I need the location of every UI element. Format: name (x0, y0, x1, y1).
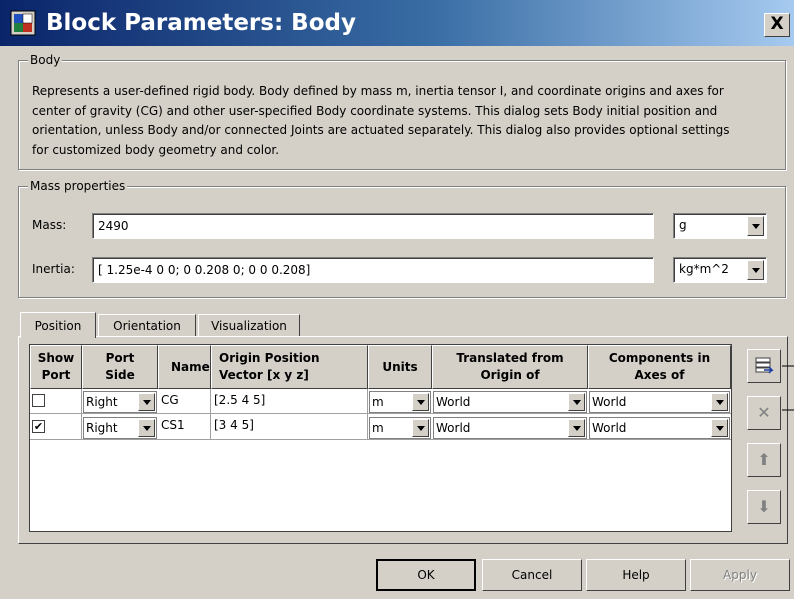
header-origin-line1: Origin Position (219, 351, 320, 365)
header-name[interactable]: Name (158, 345, 211, 389)
translated-from-select[interactable]: World (433, 417, 587, 439)
header-translated-line1: Translated from (456, 351, 564, 365)
port-side-select[interactable]: Right (83, 391, 157, 413)
header-show-port-line1: Show (37, 351, 75, 365)
chevron-down-icon[interactable] (138, 393, 155, 411)
callout-line (782, 409, 794, 411)
arrow-up-icon: ⬆ (757, 450, 771, 469)
add-row-icon (755, 357, 774, 374)
tab-position[interactable]: Position (20, 312, 96, 338)
port-side-select[interactable]: Right (83, 417, 157, 439)
header-components-line1: Components in (608, 351, 711, 365)
components-in-select[interactable]: World (589, 417, 730, 439)
header-components-line2: Axes of (634, 368, 685, 382)
header-port-side-line2: Side (105, 368, 135, 382)
chevron-down-icon[interactable] (747, 260, 764, 280)
body-legend: Body (28, 52, 63, 68)
inertia-label: Inertia: (32, 262, 75, 276)
chevron-down-icon[interactable] (568, 393, 585, 411)
inertia-field[interactable]: [ 1.25e-4 0 0; 0 0.208 0; 0 0 0.208] (92, 257, 654, 283)
move-down-button[interactable]: ⬇ (747, 490, 781, 524)
window-title: Block Parameters: Body (46, 10, 356, 36)
components-in-select[interactable]: World (589, 391, 730, 413)
header-name-line1: Name (171, 360, 210, 374)
ok-button[interactable]: OK (376, 559, 476, 591)
name-cell[interactable]: CG (158, 389, 211, 414)
mass-field[interactable]: 2490 (92, 213, 654, 239)
chevron-down-icon[interactable] (711, 419, 728, 437)
translated-from-select[interactable]: World (433, 391, 587, 413)
chevron-down-icon[interactable] (711, 393, 728, 411)
translated-from-value: World (436, 395, 471, 409)
close-icon: X (770, 14, 784, 34)
components-in-value: World (592, 421, 627, 435)
chevron-down-icon[interactable] (138, 419, 155, 437)
header-components-in[interactable]: Components in Axes of (588, 345, 731, 389)
chevron-down-icon[interactable] (412, 419, 429, 437)
tab-visualization[interactable]: Visualization (198, 314, 300, 336)
header-origin-line2: Vector [x y z] (219, 368, 309, 382)
header-port-side-line1: Port (105, 351, 135, 365)
body-description: Represents a user-defined rigid body. Bo… (32, 84, 730, 157)
mass-unit-select[interactable]: g (673, 213, 767, 239)
header-units-line1: Units (382, 360, 418, 374)
header-origin-position[interactable]: Origin Position Vector [x y z] (211, 345, 368, 389)
mass-label: Mass: (32, 218, 67, 232)
origin-cell[interactable]: [2.5 4 5] (211, 389, 368, 414)
chevron-down-icon[interactable] (412, 393, 429, 411)
apply-button[interactable]: Apply (690, 559, 790, 591)
arrow-down-icon: ⬇ (757, 497, 771, 516)
callout-line (782, 365, 794, 367)
move-up-button[interactable]: ⬆ (747, 443, 781, 477)
delete-icon: ✕ (757, 403, 771, 422)
tab-orientation[interactable]: Orientation (98, 314, 196, 336)
add-row-button[interactable] (747, 349, 781, 383)
header-translated-from[interactable]: Translated from Origin of (432, 345, 588, 389)
name-cell[interactable]: CS1 (158, 414, 211, 440)
help-button[interactable]: Help (586, 559, 686, 591)
show-port-checkbox[interactable]: ✔ (32, 420, 45, 433)
header-show-port[interactable]: Show Port (30, 345, 82, 389)
simulink-block-icon (10, 10, 36, 36)
show-port-checkbox[interactable] (32, 394, 45, 407)
header-port-side[interactable]: Port Side (82, 345, 158, 389)
origin-cell[interactable]: [3 4 5] (211, 414, 368, 440)
cancel-button[interactable]: Cancel (482, 559, 582, 591)
inertia-unit-select[interactable]: kg*m^2 (673, 257, 767, 283)
header-translated-line2: Origin of (480, 368, 540, 382)
mass-properties-legend: Mass properties (28, 178, 128, 194)
units-select[interactable]: m (369, 391, 431, 413)
chevron-down-icon[interactable] (568, 419, 585, 437)
translated-from-value: World (436, 421, 471, 435)
header-units[interactable]: Units (368, 345, 432, 389)
chevron-down-icon[interactable] (747, 216, 764, 236)
delete-row-button[interactable]: ✕ (747, 396, 781, 430)
units-select[interactable]: m (369, 417, 431, 439)
components-in-value: World (592, 395, 627, 409)
close-button[interactable]: X (764, 13, 790, 37)
header-show-port-line2: Port (41, 368, 71, 382)
